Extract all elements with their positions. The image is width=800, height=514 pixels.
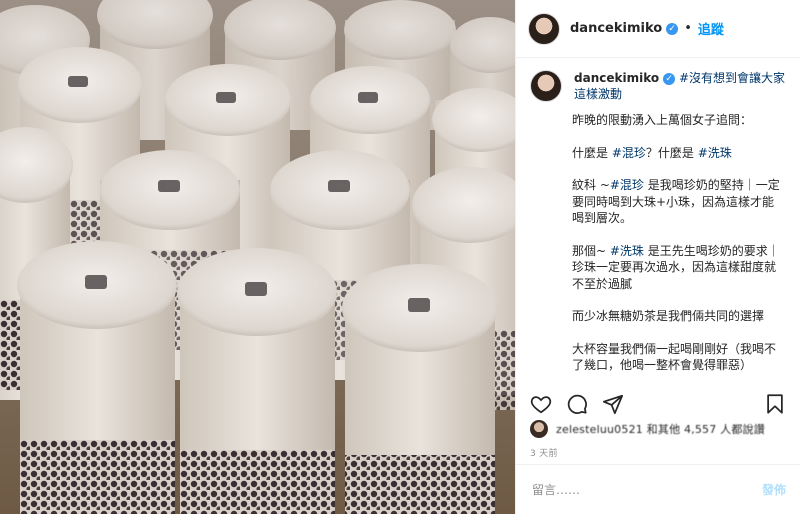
likes-row[interactable]: zelesteluu0521 和其他 4,557 人都說讚: [530, 420, 786, 438]
separator-dot: •: [684, 21, 692, 36]
likes-count[interactable]: zelesteluu0521 和其他 4,557 人都說讚: [556, 421, 765, 437]
comment-icon[interactable]: [566, 393, 588, 415]
username[interactable]: dancekimiko: [570, 21, 662, 36]
follow-button[interactable]: 追蹤: [698, 19, 724, 38]
bookmark-icon[interactable]: [764, 393, 786, 415]
caption-paragraph: 而少冰無糖奶茶是我們倆共同的選擇: [572, 309, 765, 323]
caption-paragraph: 紋科 ~#混珍 是我喝珍奶的堅持｜一定要同時喝到大珠+小珠，因為這樣才能喝到層次…: [572, 177, 786, 227]
caption-paragraph: 大杯容量我們倆一起喝剛剛好（我喝不了幾口，他喝一整杯會覺得罪惡）: [572, 341, 777, 373]
bubble-tea-cups-image: [0, 0, 515, 514]
hashtag-link[interactable]: #洗珠: [698, 146, 732, 160]
liker-avatar: [530, 420, 548, 438]
comment-bar: 發佈: [516, 464, 800, 514]
post-timestamp[interactable]: 3 天前: [530, 446, 558, 459]
caption-paragraph: 那個~ #洗珠 是王先生喝珍奶的要求｜珍珠一定要再次過水，因為這樣甜度就不至於過…: [572, 243, 786, 293]
caption-text: ？什麼是: [645, 145, 698, 160]
caption-avatar[interactable]: [530, 70, 562, 102]
caption-text: 那個~: [572, 243, 610, 258]
caption-username[interactable]: dancekimiko: [574, 71, 659, 85]
post-comment-button[interactable]: 發佈: [762, 481, 786, 498]
caption-text: 什麼是: [572, 145, 612, 160]
verified-icon: ✓: [666, 22, 679, 35]
caption-text: 紋科 ~: [572, 178, 610, 192]
caption-paragraph: 什麼是 #混珍？什麼是 #洗珠: [572, 145, 786, 162]
heart-icon[interactable]: [530, 393, 552, 415]
caption-header-line: dancekimiko ✓ #沒有想到會讓大家這樣激動: [574, 70, 786, 102]
hashtag-link[interactable]: #洗珠: [610, 244, 644, 258]
caption-paragraph: 昨晚的限動湧入上萬個女子追問：: [572, 113, 753, 127]
avatar[interactable]: [528, 12, 560, 45]
hashtag-link[interactable]: #混珍: [610, 178, 644, 192]
hashtag-link[interactable]: #混珍: [612, 146, 646, 160]
caption-body: 昨晚的限動湧入上萬個女子追問： 什麼是 #混珍？什麼是 #洗珠 紋科 ~#混珍 …: [572, 112, 786, 374]
post-photo[interactable]: [0, 0, 515, 514]
post-header: dancekimiko ✓ • 追蹤: [516, 0, 800, 58]
action-bar: [530, 392, 786, 416]
caption: dancekimiko ✓ #沒有想到會讓大家這樣激動 昨晚的限動湧入上萬個女子追…: [530, 70, 786, 390]
post-panel: dancekimiko ✓ • 追蹤 dancekimiko ✓ #沒有想到會讓大…: [515, 0, 800, 514]
share-icon[interactable]: [602, 393, 624, 415]
comment-input[interactable]: [530, 481, 762, 498]
caption-verified-icon: ✓: [663, 72, 676, 85]
